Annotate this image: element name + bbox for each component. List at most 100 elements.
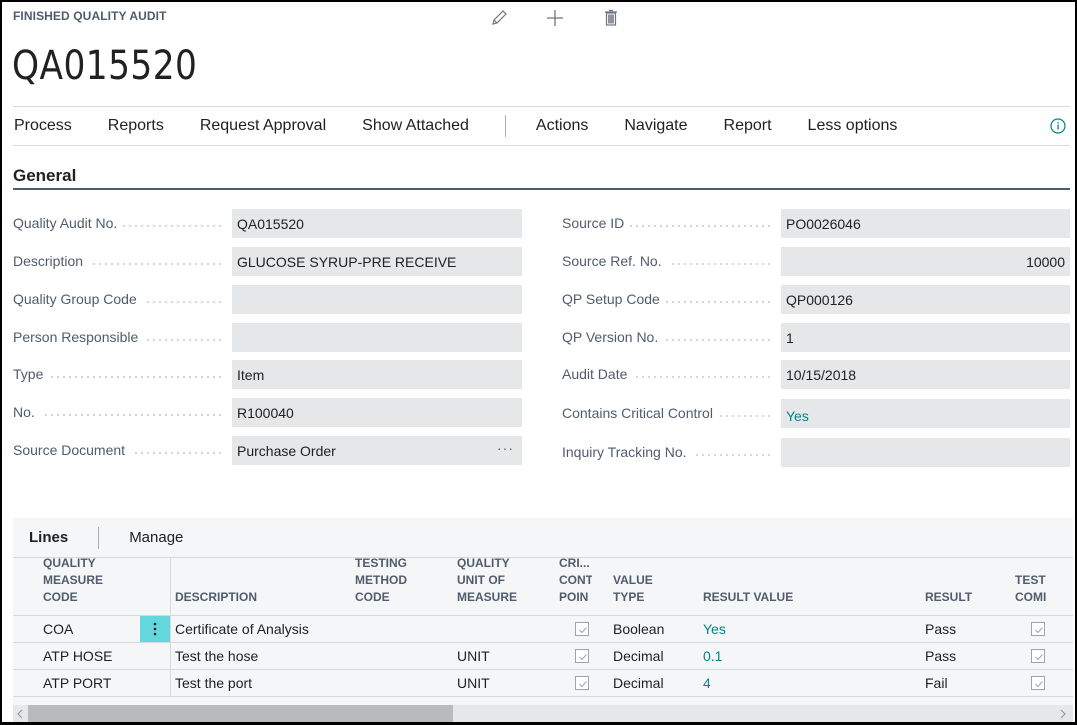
source-document-input[interactable]: Purchase Order ··· [232, 436, 522, 465]
section-general-title[interactable]: General [13, 166, 76, 186]
action-report[interactable]: Report [724, 117, 772, 135]
source-ref-no-input[interactable]: 10000 [781, 247, 1070, 276]
field-label: Type [13, 366, 50, 382]
qp-version-no-input[interactable]: 1 [781, 323, 1070, 352]
field-label: QP Version No. [562, 329, 665, 345]
page-title: QA015520 [12, 43, 198, 89]
field-quality-group-code: Quality Group Code [13, 285, 522, 314]
field-label: Inquiry Tracking No. [562, 444, 693, 460]
quality-group-code-input[interactable] [232, 285, 522, 314]
field-source-document: Source Document Purchase Order ··· [13, 436, 522, 465]
scrollbar-thumb[interactable] [28, 705, 453, 722]
field-source-ref-no: Source Ref. No. 10000 [562, 247, 1070, 276]
table-row[interactable]: COA Certificate of Analysis Boolean Yes … [13, 616, 1073, 643]
field-label: QP Setup Code [562, 291, 666, 307]
lines-panel: Lines Manage QUALITY MEASURE CODE DESCRI… [13, 518, 1073, 722]
field-qp-setup-code: QP Setup Code QP000126 [562, 285, 1070, 314]
col-result[interactable]: RESULT [925, 589, 1005, 606]
field-label: Audit Date [562, 366, 634, 382]
col-description[interactable]: DESCRIPTION [175, 589, 345, 606]
field-label: Source Ref. No. [562, 253, 668, 269]
test-complete-checkbox[interactable] [1031, 649, 1045, 663]
action-navigate[interactable]: Navigate [624, 117, 687, 135]
field-label: Quality Audit No. [13, 215, 124, 231]
row-actions-menu-icon[interactable] [140, 616, 170, 642]
section-divider [13, 188, 1070, 190]
source-document-value: Purchase Order [237, 442, 336, 459]
contains-critical-control-value[interactable]: Yes [781, 399, 1070, 428]
type-input[interactable]: Item [232, 360, 522, 389]
action-bar: Process Reports Request Approval Show At… [13, 106, 1070, 146]
action-separator [504, 115, 506, 137]
cell-value-type: Decimal [613, 675, 664, 691]
cell-description: Certificate of Analysis [175, 621, 309, 637]
col-testing-method-code[interactable]: TESTING METHOD CODE [355, 555, 445, 606]
quality-audit-page: FINISHED QUALITY AUDIT QA015520 Process … [2, 2, 1075, 722]
cell-code: ATP PORT [43, 675, 112, 691]
scroll-right-icon[interactable] [1056, 705, 1070, 722]
info-icon[interactable] [1050, 118, 1066, 134]
tab-lines[interactable]: Lines [29, 529, 68, 546]
col-test-complete[interactable]: TEST COMI [1015, 572, 1049, 606]
action-less-options[interactable]: Less options [808, 117, 898, 135]
source-id-input[interactable]: PO0026046 [781, 209, 1070, 238]
person-responsible-input[interactable] [232, 323, 522, 352]
quality-audit-no-input[interactable]: QA015520 [232, 209, 522, 238]
horizontal-scrollbar[interactable] [13, 705, 1073, 722]
new-icon[interactable] [546, 9, 564, 27]
no-input[interactable]: R100040 [232, 398, 522, 427]
critical-control-checkbox[interactable] [575, 676, 589, 690]
edit-icon[interactable] [490, 9, 508, 27]
cell-value-type: Decimal [613, 648, 664, 664]
action-request-approval[interactable]: Request Approval [200, 117, 326, 135]
field-label: Quality Group Code [13, 291, 143, 307]
cell-result-value[interactable]: 0.1 [703, 643, 722, 670]
lookup-ellipsis-icon[interactable]: ··· [497, 440, 514, 456]
col-result-value[interactable]: RESULT VALUE [703, 589, 903, 606]
delete-icon[interactable] [602, 9, 620, 27]
action-process[interactable]: Process [14, 117, 72, 135]
tab-separator [98, 526, 100, 549]
critical-control-checkbox[interactable] [575, 649, 589, 663]
col-quality-unit-of-measure[interactable]: QUALITY UNIT OF MEASURE [457, 555, 547, 606]
inquiry-tracking-no-input[interactable] [781, 438, 1070, 467]
field-no: No. R100040 [13, 398, 522, 427]
lines-grid-header: QUALITY MEASURE CODE DESCRIPTION TESTING… [13, 555, 1073, 616]
field-quality-audit-no: Quality Audit No. QA015520 [13, 209, 522, 238]
qp-setup-code-input[interactable]: QP000126 [781, 285, 1070, 314]
col-quality-measure-code[interactable]: QUALITY MEASURE CODE [43, 555, 143, 606]
table-row[interactable]: ATP HOSE Test the hose UNIT Decimal 0.1 … [13, 643, 1073, 670]
audit-date-input[interactable]: 10/15/2018 [781, 360, 1070, 389]
scroll-left-icon[interactable] [13, 705, 27, 722]
field-audit-date: Audit Date 10/15/2018 [562, 360, 1070, 389]
cell-value-type: Boolean [613, 621, 665, 637]
field-label: Contains Critical Control [562, 405, 719, 421]
action-show-attached[interactable]: Show Attached [362, 117, 469, 135]
cell-uom: UNIT [457, 675, 490, 691]
field-label: No. [13, 404, 41, 420]
cell-result-value[interactable]: 4 [703, 670, 711, 697]
action-actions[interactable]: Actions [536, 117, 588, 135]
cell-result-value[interactable]: Yes [703, 616, 726, 643]
tab-manage[interactable]: Manage [129, 529, 183, 546]
test-complete-checkbox[interactable] [1031, 676, 1045, 690]
cell-result: Fail [925, 675, 948, 691]
col-value-type[interactable]: VALUE TYPE [613, 572, 693, 606]
test-complete-checkbox[interactable] [1031, 622, 1045, 636]
page-toolbar [490, 9, 620, 27]
col-critical-control-point[interactable]: CRI... CONT POIN [559, 555, 592, 606]
cell-description: Test the hose [175, 648, 259, 664]
critical-control-checkbox[interactable] [575, 622, 589, 636]
field-type: Type Item [13, 360, 522, 389]
cell-result: Pass [925, 621, 957, 637]
description-input[interactable]: GLUCOSE SYRUP-PRE RECEIVE [232, 247, 522, 276]
field-label: Source Document [13, 442, 132, 458]
field-label: Source ID [562, 215, 631, 231]
cell-description: Test the port [175, 675, 253, 691]
field-label: Person Responsible [13, 329, 145, 345]
field-description: Description GLUCOSE SYRUP-PRE RECEIVE [13, 247, 522, 276]
table-row[interactable]: ATP PORT Test the port UNIT Decimal 4 Fa… [13, 670, 1073, 697]
page-caption: FINISHED QUALITY AUDIT [13, 9, 167, 23]
action-reports[interactable]: Reports [108, 117, 164, 135]
cell-code: ATP HOSE [43, 648, 113, 664]
